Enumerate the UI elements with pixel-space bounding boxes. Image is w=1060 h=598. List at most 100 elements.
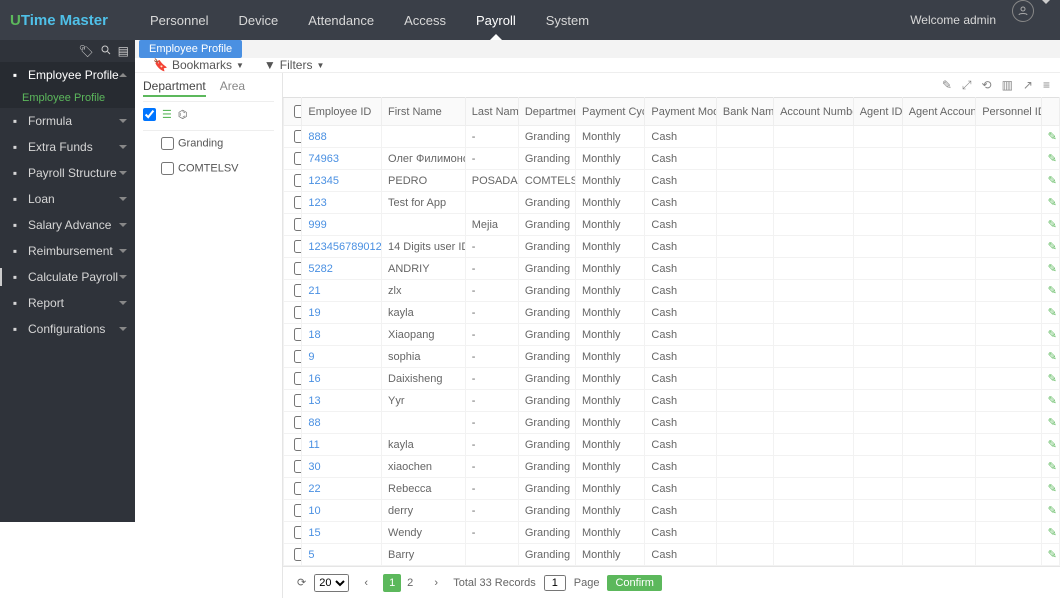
row-edit-icon[interactable]: ✎ [1041, 346, 1059, 368]
col-first-name[interactable]: First Name [382, 98, 466, 126]
row-edit-icon[interactable]: ✎ [1041, 478, 1059, 500]
tree-check-icon[interactable] [143, 108, 156, 124]
collapse-icon[interactable]: ▤ [118, 44, 129, 58]
row-checkbox[interactable] [294, 174, 302, 187]
col-employee-id[interactable]: Employee ID [302, 98, 382, 126]
row-checkbox[interactable] [294, 306, 302, 319]
table-row[interactable]: 5BarryGrandingMonthlyCash✎ [284, 544, 1060, 566]
user-menu-caret[interactable] [1042, 0, 1050, 4]
cell-employee-id[interactable]: 13 [302, 390, 382, 412]
cell-employee-id[interactable]: 12345 [302, 170, 382, 192]
cell-employee-id[interactable]: 22 [302, 478, 382, 500]
tag-icon[interactable]: 🏷 [78, 44, 93, 58]
table-row[interactable]: 888-GrandingMonthlyCash✎ [284, 126, 1060, 148]
col-bank-name[interactable]: Bank Name [716, 98, 773, 126]
pager-page-input[interactable] [544, 575, 566, 591]
nav-device[interactable]: Device [224, 0, 294, 40]
bookmarks-button[interactable]: 🔖 Bookmarks ▼ [153, 58, 244, 72]
pager-confirm-button[interactable]: Confirm [607, 575, 662, 591]
row-checkbox[interactable] [294, 372, 302, 385]
row-edit-icon[interactable]: ✎ [1041, 324, 1059, 346]
col-last-name[interactable]: Last Name [465, 98, 518, 126]
row-edit-icon[interactable]: ✎ [1041, 544, 1059, 566]
export-icon[interactable]: ↗ [1023, 78, 1033, 92]
table-row[interactable]: 18Xiaopang-GrandingMonthlyCash✎ [284, 324, 1060, 346]
row-edit-icon[interactable]: ✎ [1041, 434, 1059, 456]
cell-employee-id[interactable]: 888 [302, 126, 382, 148]
row-edit-icon[interactable]: ✎ [1041, 302, 1059, 324]
expand-icon[interactable]: ⤢ [962, 78, 972, 93]
row-checkbox[interactable] [294, 328, 302, 341]
pager-prev-button[interactable]: ‹ [357, 574, 375, 592]
row-checkbox[interactable] [294, 196, 302, 209]
row-checkbox[interactable] [294, 262, 302, 275]
tree-checkbox[interactable] [161, 162, 174, 175]
user-avatar[interactable] [1012, 0, 1034, 22]
nav-personnel[interactable]: Personnel [135, 0, 224, 40]
edit-icon[interactable]: ✎ [942, 78, 952, 92]
row-checkbox[interactable] [294, 130, 302, 143]
tree-checkbox[interactable] [161, 137, 174, 150]
table-row[interactable]: 21zlx-GrandingMonthlyCash✎ [284, 280, 1060, 302]
col-account-number[interactable]: Account Number [774, 98, 854, 126]
sidebar-item-calculate-payroll[interactable]: ▪Calculate Payroll [0, 264, 135, 290]
table-row[interactable]: 16Daixisheng-GrandingMonthlyCash✎ [284, 368, 1060, 390]
table-row[interactable]: 88-GrandingMonthlyCash✎ [284, 412, 1060, 434]
row-edit-icon[interactable]: ✎ [1041, 148, 1059, 170]
nav-payroll[interactable]: Payroll [461, 0, 531, 40]
sidebar-item-payroll-structure[interactable]: ▪Payroll Structure [0, 160, 135, 186]
table-row[interactable]: 11kayla-GrandingMonthlyCash✎ [284, 434, 1060, 456]
table-row[interactable]: 22Rebecca-GrandingMonthlyCash✎ [284, 478, 1060, 500]
pager-next-button[interactable]: › [427, 574, 445, 592]
row-edit-icon[interactable]: ✎ [1041, 412, 1059, 434]
pager-page-1[interactable]: 1 [383, 574, 401, 592]
cell-employee-id[interactable]: 74963 [302, 148, 382, 170]
table-row[interactable]: 10derry-GrandingMonthlyCash✎ [284, 500, 1060, 522]
row-edit-icon[interactable]: ✎ [1041, 500, 1059, 522]
tree-org-icon[interactable]: ⌬ [178, 108, 188, 124]
nav-access[interactable]: Access [389, 0, 461, 40]
row-checkbox[interactable] [294, 438, 302, 451]
table-row[interactable]: 13Yyr-GrandingMonthlyCash✎ [284, 390, 1060, 412]
col-payment-cycle[interactable]: Payment Cycle [576, 98, 645, 126]
row-checkbox[interactable] [294, 526, 302, 539]
cell-employee-id[interactable]: 30 [302, 456, 382, 478]
table-row[interactable]: 12345PEDROPOSADACOMTELSVMonthlyCash✎ [284, 170, 1060, 192]
leftpane-tab-area[interactable]: Area [220, 79, 245, 97]
table-row[interactable]: 123Test for AppGrandingMonthlyCash✎ [284, 192, 1060, 214]
sidebar-item-employee-profile[interactable]: ▪Employee Profile [0, 62, 135, 88]
pager-page-2[interactable]: 2 [401, 574, 419, 592]
sidebar-item-loan[interactable]: ▪Loan [0, 186, 135, 212]
sidebar-item-configurations[interactable]: ▪Configurations [0, 316, 135, 342]
cell-employee-id[interactable]: 5282 [302, 258, 382, 280]
sidebar-item-salary-advance[interactable]: ▪Salary Advance [0, 212, 135, 238]
cell-employee-id[interactable]: 18 [302, 324, 382, 346]
col-agent-id[interactable]: Agent ID [853, 98, 902, 126]
table-row[interactable]: 5282ANDRIY-GrandingMonthlyCash✎ [284, 258, 1060, 280]
cell-employee-id[interactable]: 19 [302, 302, 382, 324]
cell-employee-id[interactable]: 16 [302, 368, 382, 390]
active-tab-chip[interactable]: Employee Profile [139, 40, 242, 58]
table-row[interactable]: 15Wendy-GrandingMonthlyCash✎ [284, 522, 1060, 544]
sidebar-item-extra-funds[interactable]: ▪Extra Funds [0, 134, 135, 160]
table-row[interactable]: 1234567890123414 Digits user ID-Granding… [284, 236, 1060, 258]
sidebar-item-reimbursement[interactable]: ▪Reimbursement [0, 238, 135, 264]
cell-employee-id[interactable]: 21 [302, 280, 382, 302]
row-checkbox[interactable] [294, 460, 302, 473]
col-payment-mode[interactable]: Payment Mode [645, 98, 716, 126]
table-row[interactable]: 9sophia-GrandingMonthlyCash✎ [284, 346, 1060, 368]
table-row[interactable]: 30xiaochen-GrandingMonthlyCash✎ [284, 456, 1060, 478]
row-edit-icon[interactable]: ✎ [1041, 456, 1059, 478]
row-checkbox[interactable] [294, 240, 302, 253]
cell-employee-id[interactable]: 123 [302, 192, 382, 214]
row-checkbox[interactable] [294, 284, 302, 297]
pager-refresh-icon[interactable]: ⟳ [297, 576, 306, 589]
row-edit-icon[interactable]: ✎ [1041, 522, 1059, 544]
columns-icon[interactable]: ▥ [1002, 78, 1013, 92]
row-checkbox[interactable] [294, 416, 302, 429]
page-size-select[interactable]: 20 [314, 574, 349, 592]
row-checkbox[interactable] [294, 350, 302, 363]
row-edit-icon[interactable]: ✎ [1041, 390, 1059, 412]
row-checkbox[interactable] [294, 218, 302, 231]
cell-employee-id[interactable]: 15 [302, 522, 382, 544]
